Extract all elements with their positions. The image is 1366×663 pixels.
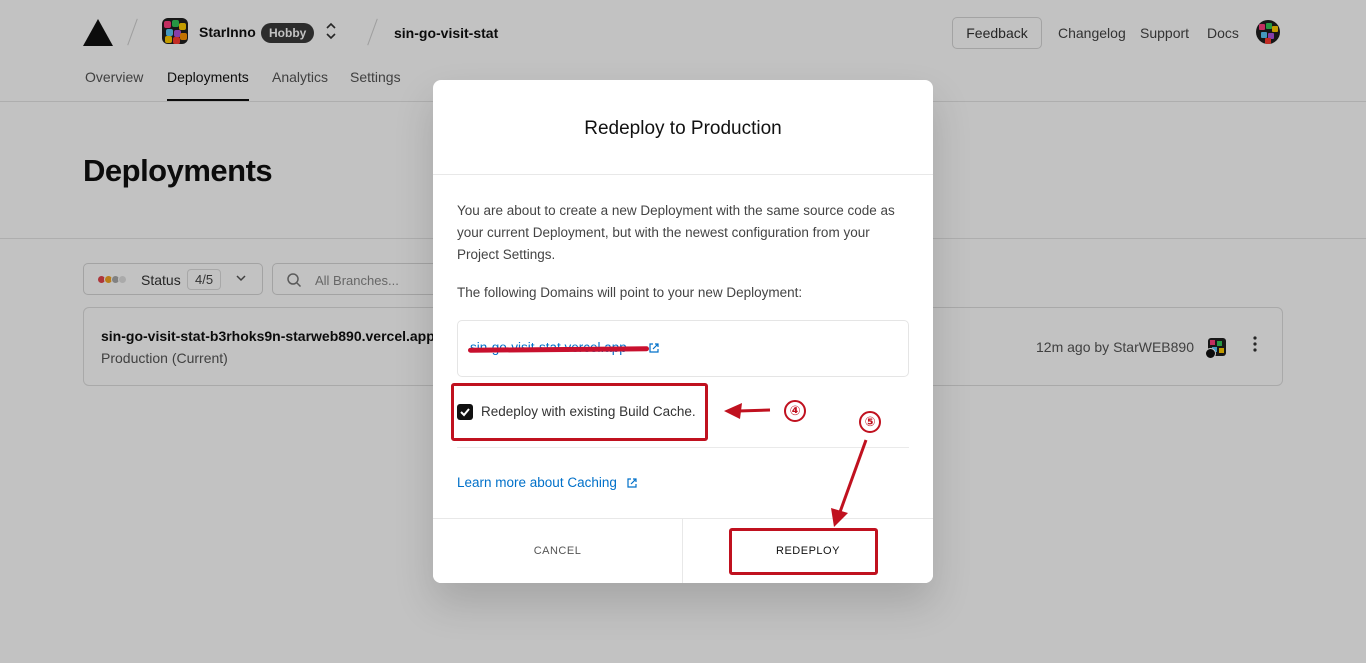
- modal-header: Redeploy to Production: [433, 80, 933, 175]
- domains-label: The following Domains will point to your…: [457, 285, 803, 300]
- external-link-icon: [627, 478, 637, 488]
- redeploy-modal: Redeploy to Production You are about to …: [433, 80, 933, 583]
- step-five-marker: ⑤: [859, 411, 881, 433]
- learn-more-caching-link[interactable]: Learn more about Caching: [457, 475, 617, 490]
- cancel-button[interactable]: CANCEL: [433, 519, 683, 583]
- modal-title: Redeploy to Production: [584, 118, 782, 139]
- redeploy-highlight: [729, 528, 878, 575]
- modal-description: You are about to create a new Deployment…: [457, 203, 895, 262]
- divider: [457, 447, 909, 448]
- domain-list: sin-go-visit-stat.vercel.app: [457, 320, 909, 377]
- step-four-marker: ④: [784, 400, 806, 422]
- external-link-icon: [649, 343, 659, 353]
- cache-option-highlight: [451, 383, 708, 441]
